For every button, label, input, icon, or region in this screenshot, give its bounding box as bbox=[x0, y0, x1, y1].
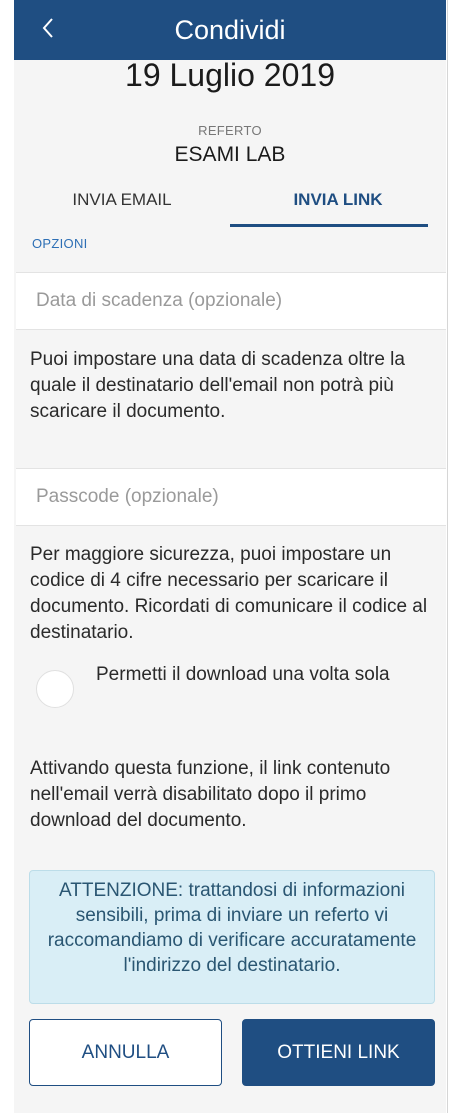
single-download-help-text: Attivando questa funzione, il link conte… bbox=[30, 758, 391, 831]
tab-invia-link[interactable]: INVIA LINK bbox=[230, 186, 446, 226]
app-header: Condividi bbox=[14, 0, 446, 60]
passcode-help-text: Per maggiore sicurezza, puoi impostare u… bbox=[30, 544, 428, 643]
expiry-date-field bbox=[16, 272, 446, 330]
page-title: Condividi bbox=[174, 15, 286, 45]
document-type-label: REFERTO bbox=[198, 123, 262, 138]
passcode-input[interactable] bbox=[16, 469, 446, 525]
get-link-button[interactable]: OTTIENI LINK bbox=[242, 1019, 435, 1086]
single-download-label[interactable]: Permetti il download una volta sola bbox=[96, 662, 426, 688]
warning-alert: ATTENZIONE: trattandosi di informazioni … bbox=[29, 870, 435, 1004]
expiry-date-input[interactable] bbox=[16, 273, 446, 329]
warning-alert-text: ATTENZIONE: trattandosi di informazioni … bbox=[47, 880, 417, 976]
screen-edge bbox=[447, 0, 448, 1113]
passcode-field bbox=[16, 468, 446, 526]
single-download-radio[interactable] bbox=[36, 670, 74, 708]
share-screen: Condividi 19 Luglio 2019 REFERTO ESAMI L… bbox=[14, 0, 446, 1113]
cancel-button[interactable]: ANNULLA bbox=[29, 1019, 222, 1086]
screen-frame: Condividi 19 Luglio 2019 REFERTO ESAMI L… bbox=[0, 0, 461, 1113]
options-section-label: OPZIONI bbox=[32, 236, 88, 251]
document-date: 19 Luglio 2019 bbox=[125, 57, 335, 93]
tab-invia-email[interactable]: INVIA EMAIL bbox=[14, 186, 230, 226]
active-tab-indicator bbox=[230, 224, 428, 227]
document-title: ESAMI LAB bbox=[174, 143, 286, 166]
expiry-help-text: Puoi impostare una data di scadenza oltr… bbox=[30, 349, 405, 422]
